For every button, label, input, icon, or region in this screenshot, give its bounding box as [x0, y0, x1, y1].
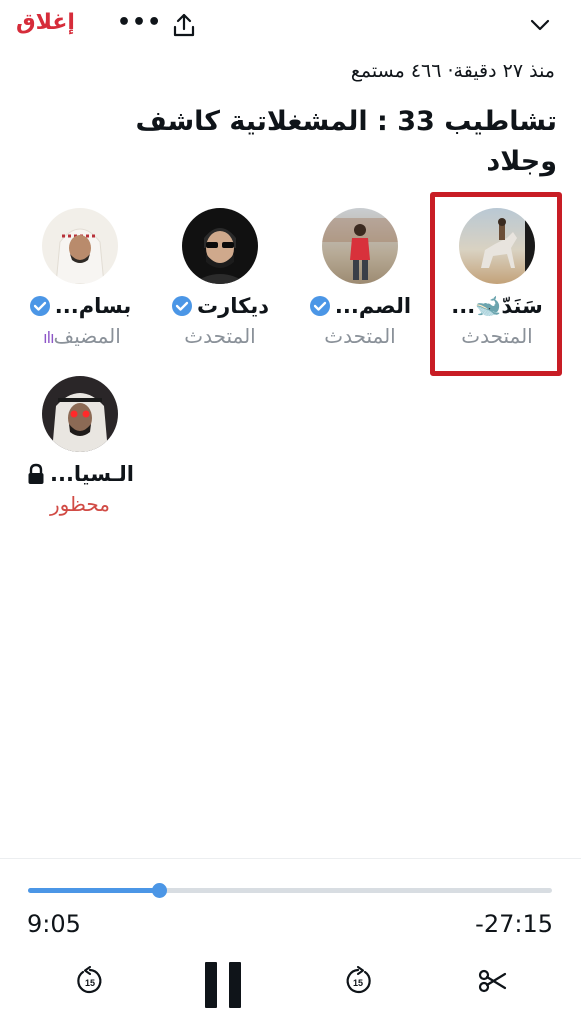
progress-fill [28, 888, 159, 893]
participant-role-row: المضيفılı [12, 324, 148, 348]
participant-name: الـسيا... [49, 462, 135, 486]
share-icon[interactable] [172, 12, 196, 38]
progress-thumb[interactable] [152, 883, 167, 898]
participant-name: الصم... [334, 294, 412, 318]
scissors-icon[interactable] [477, 966, 509, 996]
participant-name: ديكارت [197, 294, 269, 318]
close-button[interactable]: إغلاق [16, 10, 75, 35]
participant-name-row: ديكارت [152, 292, 288, 320]
divider [0, 858, 581, 859]
lock-icon [28, 463, 44, 484]
participant-card[interactable]: ديكارت المتحدث [152, 208, 288, 348]
pause-button[interactable] [203, 962, 243, 1008]
forward-15-icon[interactable]: 15 [343, 966, 373, 996]
person-photo [55, 228, 105, 284]
participant-name-row: الصم... [292, 292, 428, 320]
top-bar: إغلاق ••• [0, 0, 581, 52]
audio-level-icon: ılı [43, 328, 54, 347]
space-meta: منذ ٢٧ دقيقة· ٤٦٦ مستمع [350, 60, 555, 82]
pause-bar [229, 962, 241, 1008]
time-elapsed: 9:05 [27, 910, 81, 938]
participant-card[interactable]: الصم... المتحدث [292, 208, 428, 348]
participant-name-row: بسام... [12, 292, 148, 320]
person-photo [52, 393, 108, 452]
participant-card[interactable]: بسام... المضيفılı [12, 208, 148, 348]
participant-card[interactable]: الـسيا... محظور [12, 376, 148, 516]
progress-slider[interactable] [28, 883, 552, 898]
space-title: تشاطيب 33 : المشغلاتية كاشف وجلاد [135, 106, 557, 177]
avatar [42, 208, 118, 284]
verified-badge-icon [29, 296, 50, 316]
avatar [322, 208, 398, 284]
pause-bar [205, 962, 217, 1008]
participant-role: المضيف [53, 324, 121, 348]
participant-name-row: الـسيا... [12, 460, 148, 488]
participant-role: محظور [49, 492, 111, 516]
person-photo [322, 218, 398, 280]
avatar [182, 208, 258, 284]
verified-badge-icon [172, 296, 193, 316]
avatar [42, 376, 118, 452]
participant-role: المتحدث [184, 324, 256, 348]
more-icon[interactable]: ••• [117, 10, 162, 35]
verified-badge-icon [309, 296, 330, 316]
rewind-15-icon[interactable]: 15 [75, 966, 105, 996]
time-remaining: -27:15 [475, 910, 553, 938]
highlight-box [430, 192, 562, 376]
rewind-label: 15 [85, 978, 95, 988]
forward-label: 15 [353, 978, 363, 988]
participant-name: بسام... [54, 294, 132, 318]
participant-role: المتحدث [324, 324, 396, 348]
person-photo [192, 228, 248, 284]
chevron-down-icon[interactable] [529, 15, 551, 35]
